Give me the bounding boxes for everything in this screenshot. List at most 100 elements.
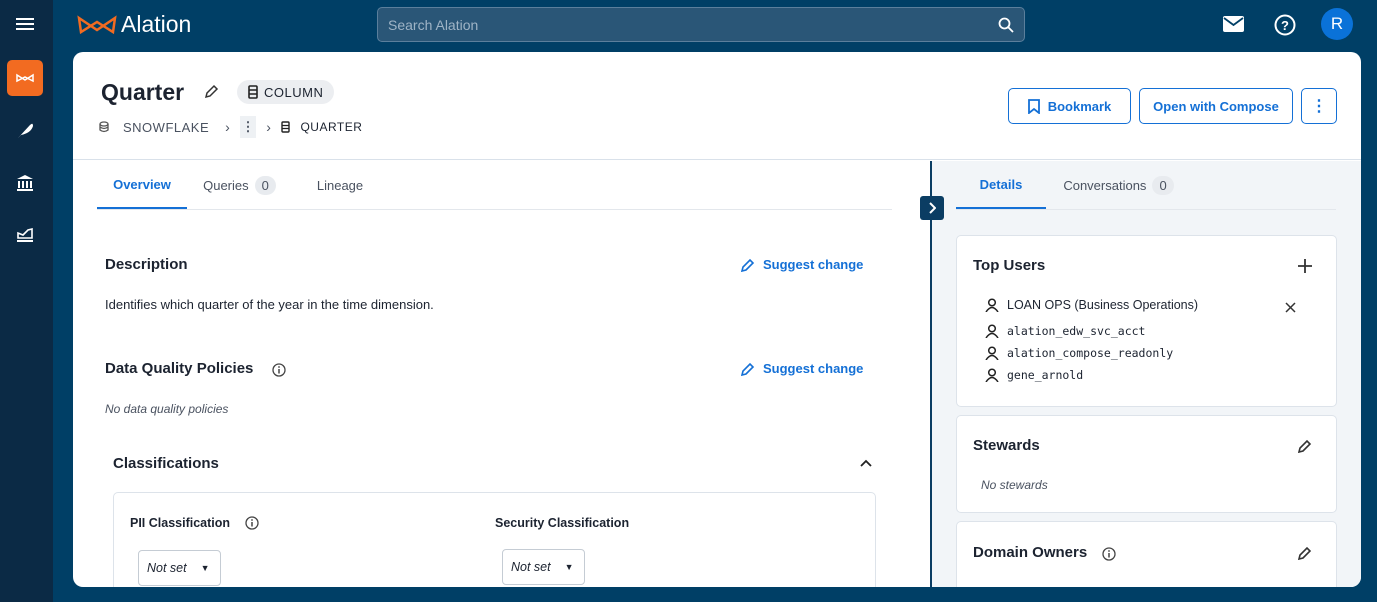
- left-rail: [0, 0, 53, 602]
- edit-title-icon[interactable]: [204, 84, 219, 99]
- tab-details[interactable]: Details: [956, 161, 1046, 209]
- info-icon[interactable]: [1102, 547, 1116, 561]
- pencil-icon: [741, 258, 755, 272]
- breadcrumb-more-button[interactable]: ⋮: [240, 116, 257, 138]
- description-suggest-change[interactable]: Suggest change: [741, 257, 863, 272]
- stewards-heading: Stewards: [973, 437, 1040, 454]
- main-tabs: Overview Queries 0 Lineage: [97, 161, 892, 210]
- chevron-right-icon: [929, 202, 936, 214]
- column-icon: [248, 85, 258, 99]
- suggest-label: Suggest change: [763, 257, 864, 272]
- search-icon[interactable]: [998, 17, 1014, 33]
- suggest-label: Suggest change: [763, 361, 864, 376]
- security-select[interactable]: Not set ▼: [502, 549, 585, 585]
- help-icon[interactable]: ?: [1274, 14, 1296, 36]
- side-tabs: Details Conversations 0: [956, 161, 1336, 210]
- user-name: LOAN OPS (Business Operations): [1007, 298, 1199, 312]
- tab-label: Details: [979, 176, 1023, 192]
- user-icon: [985, 368, 999, 382]
- svg-text:?: ?: [1281, 18, 1289, 33]
- user-item[interactable]: alation_compose_readonly: [985, 346, 1173, 360]
- conversations-count: 0: [1152, 175, 1174, 195]
- more-actions-button[interactable]: ⋮: [1301, 88, 1337, 124]
- details-panel: Details Conversations 0 Top Users LOAN OP…: [932, 161, 1361, 587]
- pii-value: Not set: [147, 561, 187, 575]
- collapse-panel-button[interactable]: [920, 196, 944, 220]
- user-icon: [985, 324, 999, 338]
- rail-compose[interactable]: [7, 112, 43, 148]
- search-bar: [377, 7, 1025, 42]
- alation-logo[interactable]: Alation: [77, 11, 191, 38]
- content-card: Quarter COLUMN SNOWFLAKE › ⋮ › QUARTER B…: [73, 52, 1361, 587]
- bookmark-button[interactable]: Bookmark: [1008, 88, 1131, 124]
- classifications-box: PII Classification Security Classificati…: [113, 492, 876, 587]
- overview-panel: Overview Queries 0 Lineage Description Su…: [73, 161, 930, 587]
- type-badge: COLUMN: [237, 80, 335, 104]
- pencil-icon: [741, 362, 755, 376]
- chart-icon: [17, 227, 33, 242]
- chevron-right-icon: ›: [266, 119, 272, 135]
- search-input[interactable]: [388, 16, 998, 33]
- rail-catalog[interactable]: [7, 165, 43, 201]
- bookmark-icon: [1027, 98, 1040, 114]
- security-value: Not set: [511, 560, 551, 574]
- pencil-icon[interactable]: [1298, 439, 1312, 453]
- info-icon[interactable]: [245, 516, 259, 530]
- tab-label: Overview: [113, 176, 171, 192]
- feather-icon: [18, 123, 33, 138]
- user-item[interactable]: gene_arnold: [985, 368, 1083, 382]
- compose-label: Open with Compose: [1153, 98, 1279, 114]
- rail-analytics[interactable]: [7, 216, 43, 252]
- alation-home-icon: [16, 73, 34, 83]
- building-icon: [17, 175, 33, 191]
- user-item[interactable]: LOAN OPS (Business Operations): [985, 298, 1198, 312]
- mail-icon[interactable]: [1223, 16, 1244, 32]
- chevron-right-icon: ›: [225, 119, 231, 135]
- security-label: Security Classification: [495, 516, 630, 530]
- domain-owners-panel: Domain Owners: [956, 521, 1337, 587]
- pii-label: PII Classification: [130, 516, 231, 530]
- menu-button[interactable]: [7, 6, 43, 42]
- info-icon[interactable]: [272, 363, 286, 377]
- tab-lineage[interactable]: Lineage: [292, 161, 388, 209]
- user-avatar[interactable]: R: [1321, 8, 1353, 40]
- pencil-icon[interactable]: [1298, 546, 1312, 560]
- description-text: Identifies which quarter of the year in …: [105, 297, 434, 312]
- bookmark-label: Bookmark: [1047, 98, 1112, 114]
- user-item[interactable]: alation_edw_svc_acct: [985, 324, 1145, 338]
- stewards-empty: No stewards: [981, 478, 1048, 492]
- classifications-heading: Classifications: [113, 455, 219, 472]
- stewards-panel: Stewards No stewards: [956, 415, 1337, 513]
- breadcrumb-snowflake[interactable]: SNOWFLAKE: [123, 120, 209, 135]
- caret-down-icon: ▼: [564, 562, 574, 572]
- chevron-up-icon[interactable]: [860, 459, 872, 467]
- description-heading: Description: [105, 256, 188, 273]
- tab-overview[interactable]: Overview: [97, 161, 187, 209]
- user-icon: [985, 298, 999, 312]
- tab-queries[interactable]: Queries 0: [187, 161, 292, 209]
- user-icon: [985, 346, 999, 360]
- tab-label: Conversations: [1063, 177, 1147, 193]
- top-bar: Alation ? R: [53, 0, 1377, 52]
- dq-suggest-change[interactable]: Suggest change: [741, 361, 863, 376]
- tab-label: Lineage: [316, 177, 364, 193]
- alation-logo-icon: [77, 14, 117, 34]
- top-users-panel: Top Users LOAN OPS (Business Operations)…: [956, 235, 1337, 407]
- breadcrumb-quarter[interactable]: QUARTER: [300, 120, 362, 134]
- caret-down-icon: ▼: [200, 563, 210, 573]
- pii-select[interactable]: Not set ▼: [138, 550, 221, 586]
- add-icon[interactable]: [1298, 259, 1312, 273]
- logo-text: Alation: [121, 11, 192, 37]
- tab-label: Queries: [203, 177, 249, 193]
- user-name: alation_edw_svc_acct: [1007, 324, 1146, 338]
- user-name: alation_compose_readonly: [1007, 346, 1174, 360]
- close-icon[interactable]: [1285, 302, 1296, 313]
- domain-owners-heading: Domain Owners: [973, 544, 1088, 561]
- open-with-compose-button[interactable]: Open with Compose: [1139, 88, 1293, 124]
- queries-count: 0: [254, 175, 276, 195]
- menu-icon: [16, 18, 34, 30]
- tab-conversations[interactable]: Conversations 0: [1046, 161, 1191, 209]
- breadcrumb: SNOWFLAKE › ⋮ › QUARTER: [99, 116, 362, 138]
- top-users-heading: Top Users: [973, 257, 1046, 274]
- rail-home[interactable]: [7, 60, 43, 96]
